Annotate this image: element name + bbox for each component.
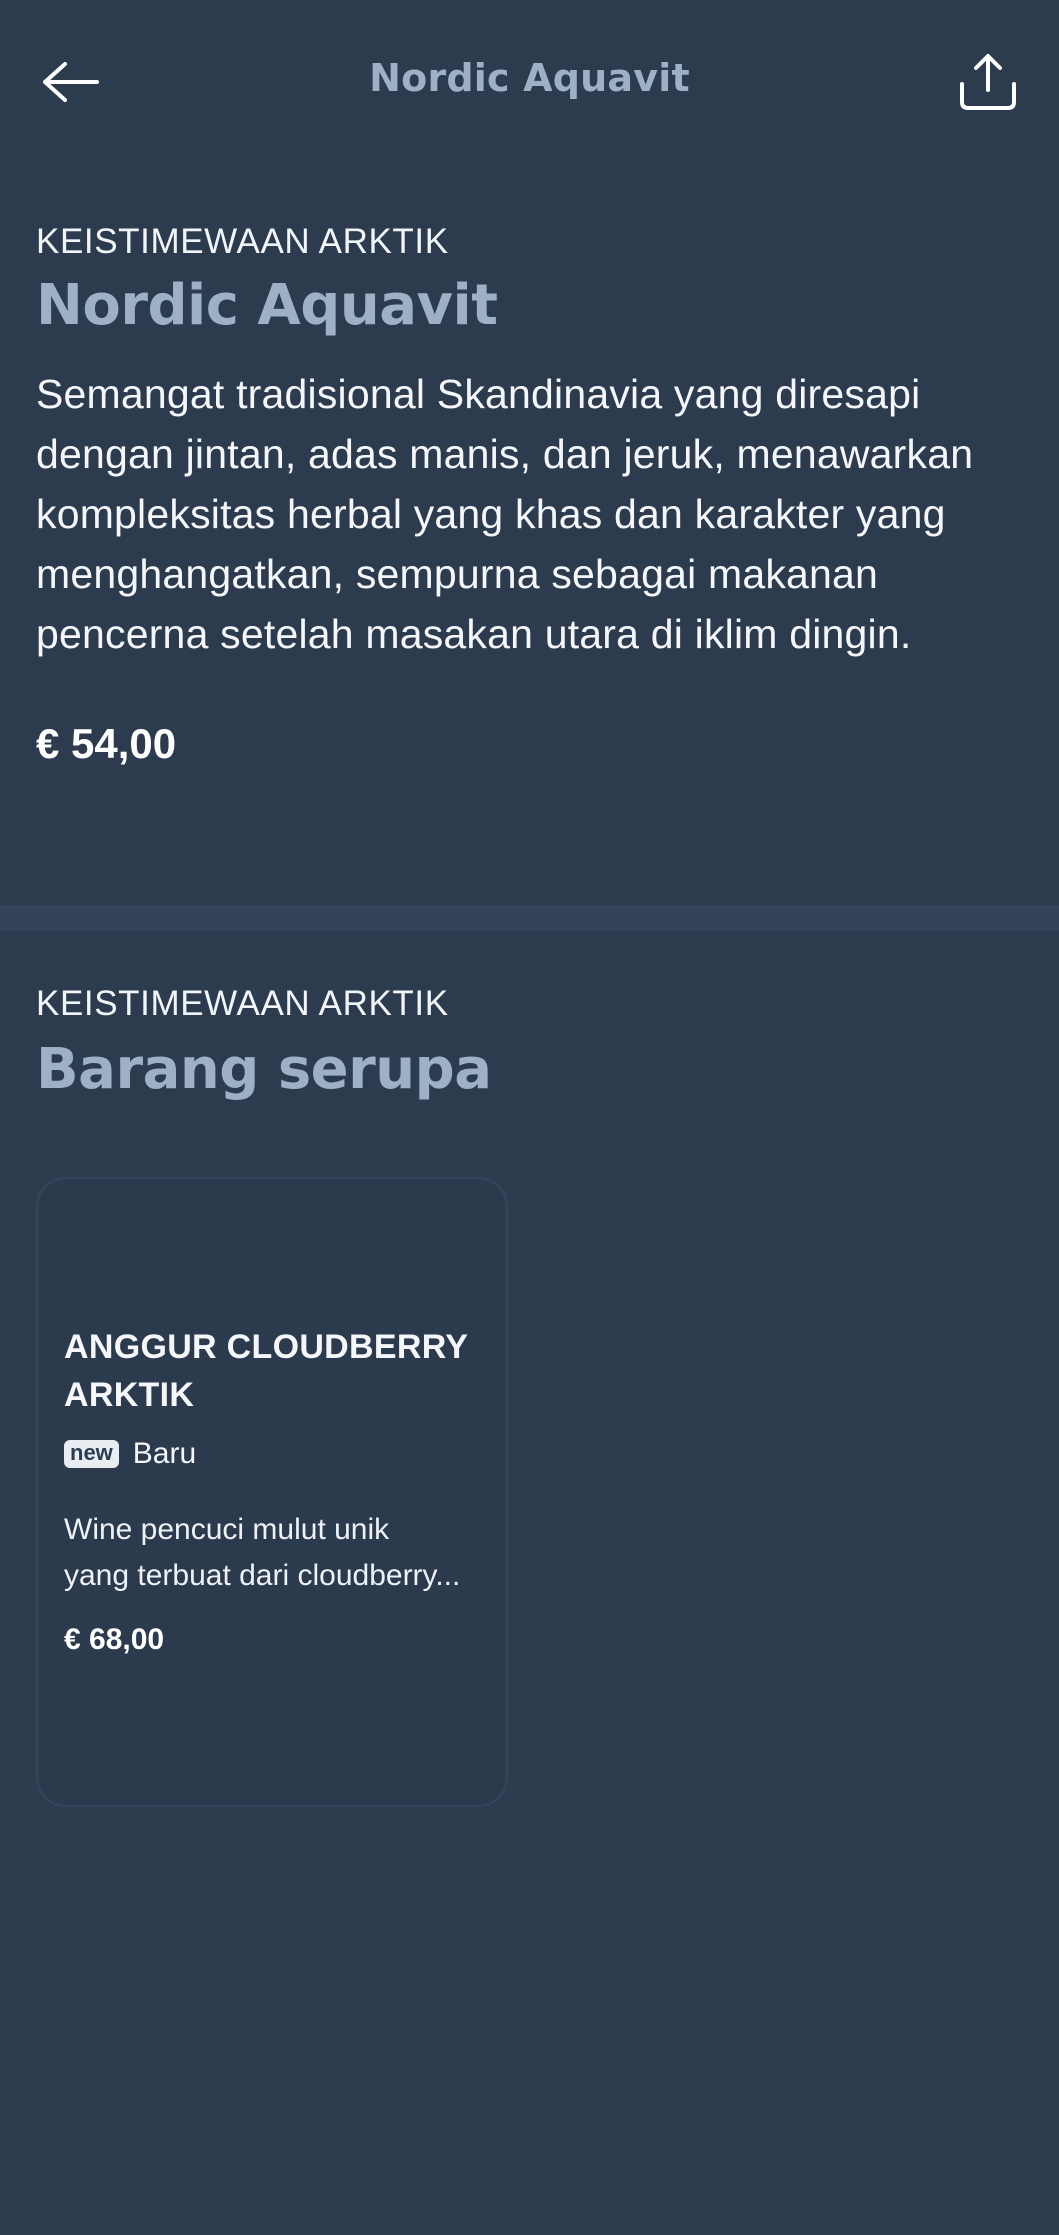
product-name: Nordic Aquavit bbox=[36, 273, 498, 338]
item-description-line-1: Wine pencuci mulut unik bbox=[64, 1513, 390, 1546]
similar-item-card[interactable]: ANGGUR CLOUDBERRY ARKTIK new Baru Wine p… bbox=[36, 1177, 508, 1807]
top-app-bar: Nordic Aquavit bbox=[0, 0, 1059, 168]
item-description: Wine pencuci mulut unik yang terbuat dar… bbox=[64, 1507, 484, 1599]
share-icon bbox=[956, 50, 1020, 119]
share-button[interactable] bbox=[953, 46, 1023, 122]
similar-items-section: KEISTIMEWAAN ARKTIK Barang serupa bbox=[36, 982, 1023, 1106]
item-status: new Baru bbox=[64, 1437, 196, 1471]
product-description: Semangat tradisional Skandinavia yang di… bbox=[36, 371, 974, 657]
similar-heading: Barang serupa bbox=[36, 1037, 492, 1102]
item-price: € 68,00 bbox=[64, 1623, 165, 1656]
product-category: KEISTIMEWAAN ARKTIK bbox=[36, 222, 449, 261]
page-title: Nordic Aquavit bbox=[369, 56, 690, 100]
item-name: ANGGUR CLOUDBERRY ARKTIK bbox=[64, 1328, 468, 1414]
badge-label: Baru bbox=[132, 1437, 197, 1470]
product-price: € 54,00 bbox=[36, 720, 177, 767]
section-divider bbox=[0, 905, 1059, 930]
item-description-line-2: yang terbuat dari cloudberry... bbox=[64, 1559, 461, 1592]
product-detail: KEISTIMEWAAN ARKTIK Nordic Aquavit Seman… bbox=[36, 220, 1023, 768]
similar-category: KEISTIMEWAAN ARKTIK bbox=[36, 984, 449, 1023]
new-badge: new bbox=[64, 1440, 119, 1468]
